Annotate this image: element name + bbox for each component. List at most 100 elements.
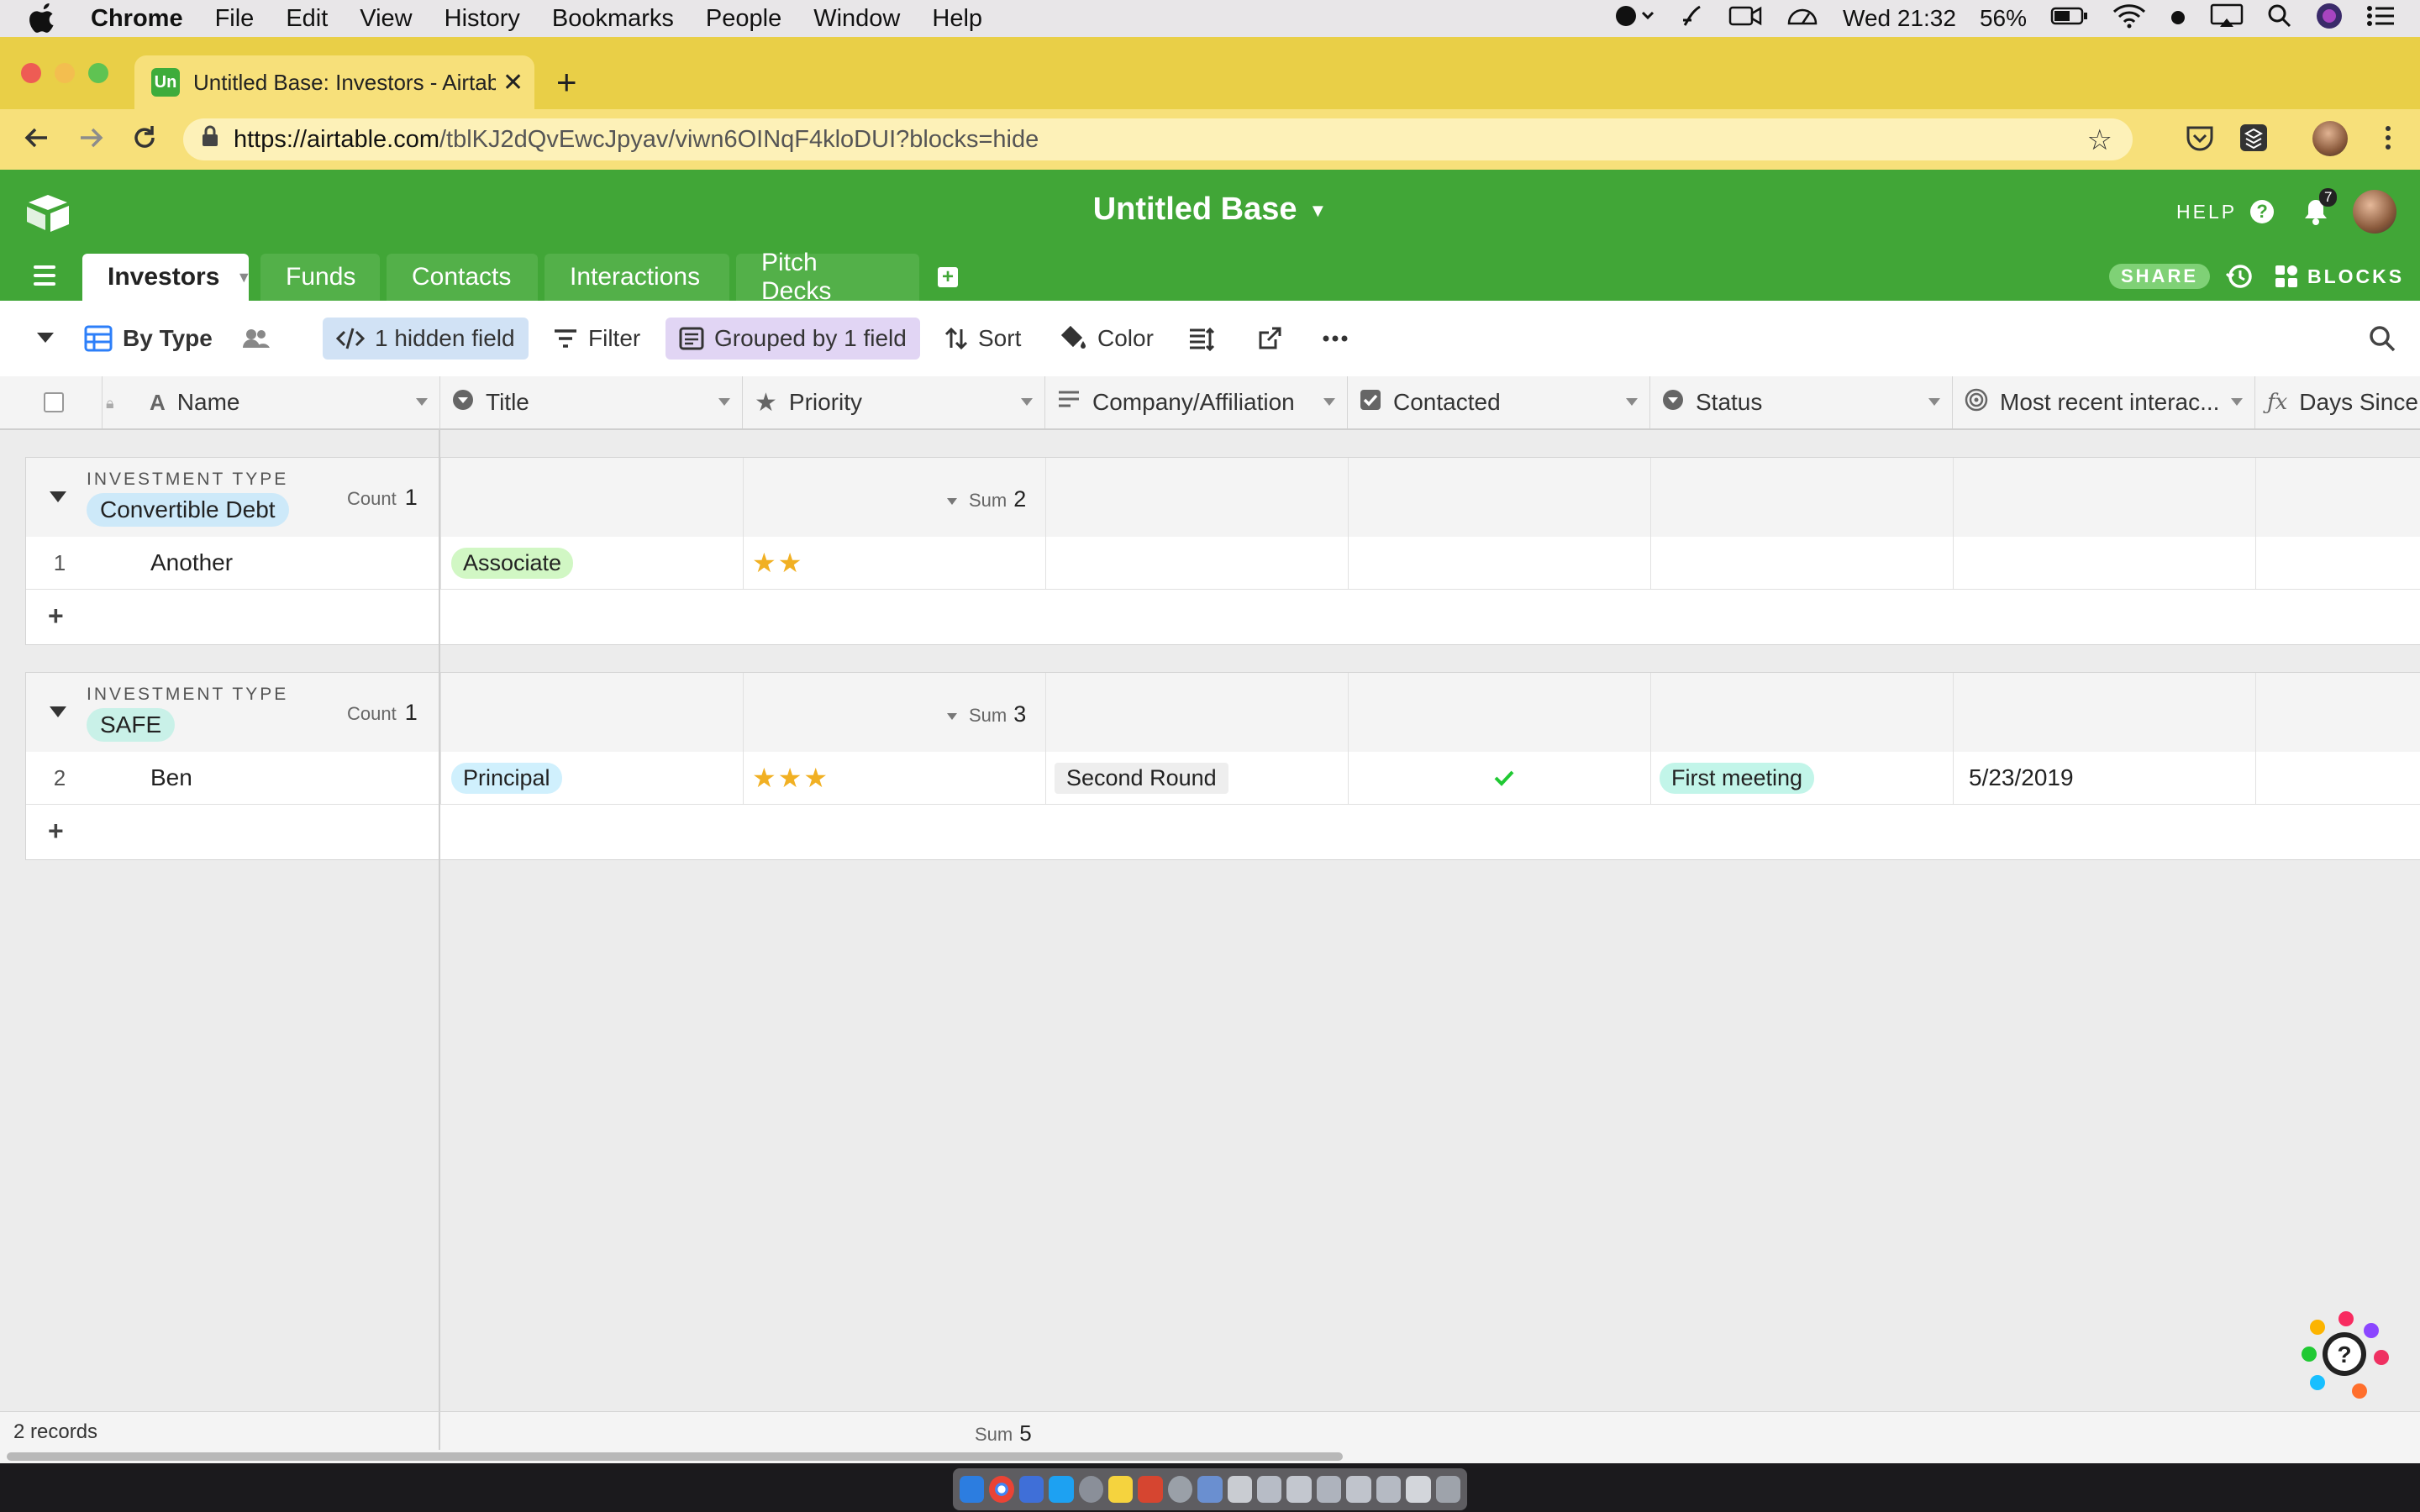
add-record-row[interactable]: + bbox=[26, 806, 2420, 858]
airplay-icon[interactable] bbox=[2210, 3, 2244, 34]
safari-icon[interactable] bbox=[1078, 1476, 1104, 1503]
column-header-title[interactable]: Title bbox=[440, 376, 743, 428]
wifi-icon[interactable] bbox=[2112, 3, 2146, 34]
company-cell[interactable]: Second Round bbox=[1055, 752, 1349, 804]
tab-investors[interactable]: Investors ▼ bbox=[82, 254, 251, 301]
column-header-company[interactable]: Company/Affiliation bbox=[1045, 376, 1348, 428]
folder-icon[interactable] bbox=[1286, 1476, 1312, 1503]
chrome-menu-icon[interactable] bbox=[2373, 123, 2403, 153]
notification-center-icon[interactable] bbox=[2366, 4, 2395, 34]
horizontal-scrollbar[interactable] bbox=[0, 1450, 2420, 1463]
forward-icon[interactable] bbox=[76, 123, 106, 160]
bookmark-star-icon[interactable]: ☆ bbox=[2087, 123, 2112, 157]
history-icon[interactable] bbox=[2225, 262, 2254, 291]
siri-icon[interactable] bbox=[2316, 3, 2343, 35]
hamburger-menu-icon[interactable] bbox=[34, 265, 55, 291]
select-all-checkbox[interactable] bbox=[44, 392, 64, 412]
clock[interactable]: Wed 21:32 bbox=[1843, 5, 1956, 32]
column-menu-icon[interactable] bbox=[2231, 398, 2243, 406]
table-row[interactable]: 2 Ben Principal ★ ★ ★ Second Round First m… bbox=[26, 752, 2420, 805]
user-avatar[interactable] bbox=[2353, 190, 2396, 234]
script-icon[interactable] bbox=[1680, 3, 1705, 34]
help-widget-button[interactable]: ? bbox=[2301, 1310, 2391, 1401]
more-options-icon[interactable] bbox=[1323, 334, 1348, 343]
row-height-icon[interactable] bbox=[1188, 328, 1215, 351]
finder-icon[interactable] bbox=[960, 1476, 985, 1503]
maximize-window-button[interactable] bbox=[88, 63, 108, 83]
priority-cell[interactable]: ★ ★ ★ bbox=[752, 752, 1046, 804]
view-switcher[interactable]: By Type bbox=[71, 318, 226, 360]
notes-icon[interactable] bbox=[1108, 1476, 1134, 1503]
menu-history[interactable]: History bbox=[445, 5, 520, 33]
contacted-cell[interactable] bbox=[1357, 752, 1651, 804]
scrollbar-thumb[interactable] bbox=[7, 1452, 1343, 1461]
title-cell[interactable]: Associate bbox=[451, 537, 745, 589]
menu-people[interactable]: People bbox=[706, 5, 781, 33]
contacted-cell[interactable] bbox=[1357, 537, 1651, 589]
group-header[interactable]: INVESTMENT TYPE Convertible Debt Count 1 … bbox=[26, 458, 2420, 538]
footer-sum[interactable]: Sum 5 bbox=[975, 1420, 1032, 1446]
slack-icon[interactable] bbox=[1018, 1476, 1044, 1503]
help-button[interactable]: HELP ? bbox=[2176, 200, 2275, 223]
system-prefs-icon[interactable] bbox=[1167, 1476, 1193, 1503]
group-header[interactable]: INVESTMENT TYPE SAFE Count 1 Sum 3 bbox=[26, 673, 2420, 753]
frozen-column-divider[interactable] bbox=[439, 428, 440, 1411]
share-view-icon[interactable] bbox=[1257, 326, 1282, 351]
table-row[interactable]: 1 Another Associate ★ ★ bbox=[26, 537, 2420, 590]
menu-view[interactable]: View bbox=[360, 5, 412, 33]
close-tab-icon[interactable]: ✕ bbox=[502, 68, 523, 97]
column-header-priority[interactable]: ★ Priority bbox=[743, 376, 1045, 428]
column-menu-icon[interactable] bbox=[718, 398, 730, 406]
folder-icon[interactable] bbox=[1346, 1476, 1371, 1503]
trash-icon[interactable] bbox=[1435, 1476, 1460, 1503]
folder-icon[interactable] bbox=[1316, 1476, 1342, 1503]
color-button[interactable]: Color bbox=[1047, 318, 1167, 360]
add-record-row[interactable]: + bbox=[26, 591, 2420, 643]
minimize-window-button[interactable] bbox=[55, 63, 75, 83]
column-header-contacted[interactable]: Contacted bbox=[1348, 376, 1650, 428]
tab-interactions[interactable]: Interactions bbox=[544, 254, 729, 301]
add-table-icon[interactable]: + bbox=[938, 265, 958, 288]
priority-cell[interactable]: ★ ★ bbox=[752, 537, 1046, 589]
title-cell[interactable]: Principal bbox=[451, 752, 745, 804]
column-header-name[interactable]: A Name bbox=[139, 376, 440, 428]
todoist-icon[interactable] bbox=[1138, 1476, 1163, 1503]
group-button[interactable]: Grouped by 1 field bbox=[666, 318, 920, 360]
gauge-icon[interactable] bbox=[1786, 3, 1819, 34]
address-bar[interactable]: https://airtable.com /tblKJ2dQvEwcJpyav/… bbox=[183, 118, 2133, 160]
camera-icon[interactable] bbox=[1728, 3, 1762, 34]
group-sum[interactable]: Sum 2 bbox=[947, 486, 1026, 512]
recent-interaction-cell[interactable] bbox=[1962, 537, 2256, 589]
caret-down-icon[interactable]: ▼ bbox=[236, 269, 251, 286]
column-header-status[interactable]: Status bbox=[1650, 376, 1953, 428]
apple-icon[interactable] bbox=[29, 3, 57, 34]
column-menu-icon[interactable] bbox=[1323, 398, 1335, 406]
menu-edit[interactable]: Edit bbox=[286, 5, 328, 33]
column-header-days-since[interactable]: ƒx Days Since I bbox=[2255, 376, 2420, 428]
menu-bookmarks[interactable]: Bookmarks bbox=[552, 5, 674, 33]
collaborators-icon[interactable] bbox=[242, 326, 271, 351]
tab-funds[interactable]: Funds bbox=[260, 254, 380, 301]
column-menu-icon[interactable] bbox=[1928, 398, 1940, 406]
menu-file[interactable]: File bbox=[215, 5, 255, 33]
blocks-button[interactable]: BLOCKS bbox=[2274, 264, 2404, 289]
spotlight-icon[interactable] bbox=[2267, 3, 2292, 34]
profile-avatar[interactable] bbox=[2312, 121, 2348, 156]
views-sidebar-toggle-icon[interactable] bbox=[37, 333, 54, 343]
folder-icon[interactable] bbox=[1406, 1476, 1431, 1503]
record-dot-icon[interactable] bbox=[2170, 5, 2186, 32]
notifications-button[interactable]: 7 bbox=[2299, 188, 2338, 228]
screen-record-icon[interactable] bbox=[1614, 4, 1656, 34]
collapse-group-icon[interactable] bbox=[50, 491, 66, 502]
column-header-recent-interaction[interactable]: Most recent interac... bbox=[1953, 376, 2255, 428]
filter-button[interactable]: Filter bbox=[539, 318, 654, 360]
new-tab-button[interactable]: + bbox=[556, 62, 577, 102]
status-cell[interactable]: First meeting bbox=[1660, 752, 1954, 804]
status-cell[interactable] bbox=[1660, 537, 1954, 589]
buffer-extension-icon[interactable] bbox=[2238, 123, 2269, 153]
collapse-group-icon[interactable] bbox=[50, 706, 66, 717]
base-title[interactable]: Untitled Base ▼ bbox=[0, 192, 2420, 228]
menu-chrome[interactable]: Chrome bbox=[91, 5, 183, 33]
column-menu-icon[interactable] bbox=[1021, 398, 1033, 406]
search-icon[interactable] bbox=[2368, 324, 2396, 353]
